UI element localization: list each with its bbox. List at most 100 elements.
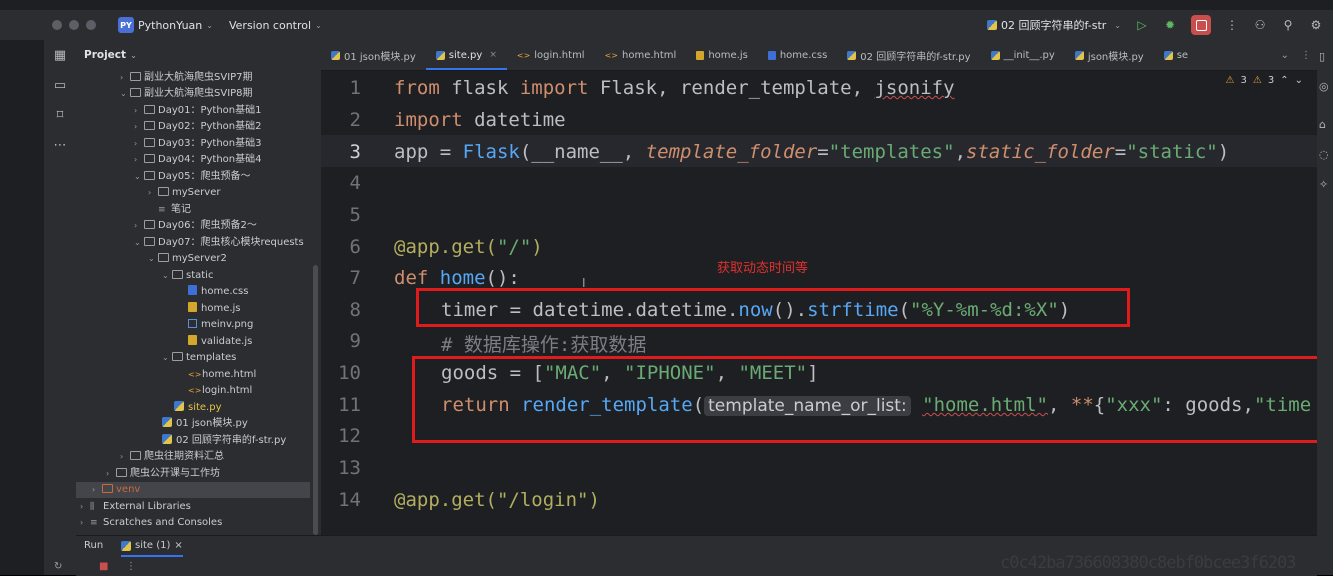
tab-json-py[interactable]: json模块.py [1065, 40, 1154, 70]
project-panel-header[interactable]: Project ⌄ [76, 40, 321, 70]
close-tab-icon[interactable]: × [174, 536, 182, 556]
more-icon[interactable]: ⋮ [1225, 18, 1239, 32]
tab-site-py[interactable]: site.py × [425, 40, 507, 70]
chevron-right-icon[interactable]: › [92, 482, 102, 498]
structure-icon[interactable]: ▦ [52, 48, 68, 64]
close-tab-icon[interactable]: × [489, 50, 497, 60]
window-controls[interactable] [52, 20, 96, 30]
chevron-right-icon[interactable]: › [134, 119, 144, 135]
python-console-icon[interactable]: ◌ [1319, 148, 1331, 161]
project-name[interactable]: PythonYuan [138, 19, 202, 32]
tab-init-py[interactable]: __init__.py [981, 40, 1065, 70]
python-file-icon [162, 434, 172, 444]
project-badge[interactable]: PY [118, 17, 134, 33]
chevron-right-icon[interactable]: › [106, 466, 116, 482]
watermark-hash: c0c42ba736608380c8ebf0bcee3f6203 [1000, 553, 1297, 573]
folder-icon [144, 154, 155, 163]
chevron-down-icon[interactable]: ⌄ [206, 21, 213, 30]
minimize-window-dot[interactable] [69, 20, 79, 30]
version-control-menu[interactable]: Version control [229, 19, 311, 32]
tree-item[interactable]: › ⫼ External Libraries [76, 499, 320, 515]
tab-02-fstr[interactable]: 02 回顾字符串的f-str.py [837, 40, 980, 70]
more-icon[interactable]: ⋮ [1301, 50, 1311, 61]
inspection-widget[interactable]: ⚠ 3 ⚠ 3 ⌃ ⌄ [1226, 75, 1303, 86]
css-file-icon [188, 285, 197, 295]
line-number: 1 [349, 77, 361, 99]
tab-run-site[interactable]: site (1) × [121, 536, 183, 557]
chevron-down-icon[interactable]: ⌄ [1295, 75, 1303, 86]
notifications-icon[interactable]: ▯ [1319, 50, 1331, 63]
tab-home-js[interactable]: home.js [686, 40, 758, 70]
run-label[interactable]: Run [84, 536, 103, 556]
stop-icon[interactable]: ■ [99, 561, 108, 572]
line-number: 7 [349, 267, 361, 289]
folder-icon [130, 88, 141, 97]
tab-home-css[interactable]: home.css [758, 40, 837, 70]
chevron-right-icon[interactable]: › [80, 515, 90, 531]
line-number: 9 [349, 330, 361, 352]
debug-icon[interactable]: ✹ [1163, 18, 1177, 32]
chevron-down-icon[interactable]: ⌄ [315, 21, 322, 30]
chevron-right-icon[interactable]: › [148, 185, 158, 201]
close-window-dot[interactable] [52, 20, 62, 30]
line-number: 5 [349, 204, 361, 226]
more-tools-icon[interactable]: ⋯ [52, 138, 68, 154]
add-user-icon[interactable]: ⚇ [1253, 18, 1267, 32]
git-icon[interactable]: ⌂ [1319, 118, 1331, 131]
chevron-down-icon[interactable]: ⌄ [134, 169, 144, 185]
js-file-icon [188, 335, 197, 345]
js-file-icon [188, 302, 197, 312]
chevron-right-icon[interactable]: › [120, 449, 130, 465]
run-configuration-selector[interactable]: 02 回顾字符串的f-str ⌄ [986, 17, 1121, 33]
database-icon[interactable]: ◎ [1319, 80, 1331, 93]
tree-item[interactable]: › 爬虫公开课与工作坊 [76, 466, 346, 482]
chevron-down-icon[interactable]: ⌄ [162, 350, 172, 366]
tab-home-html[interactable]: <> home.html [595, 40, 687, 70]
chevron-right-icon[interactable]: › [134, 218, 144, 234]
chevron-right-icon[interactable]: › [120, 70, 130, 86]
play-icon[interactable]: ▷ [1135, 18, 1149, 32]
html-file-icon: <> [516, 50, 531, 60]
warning-icon: ⚠ [1225, 75, 1235, 86]
search-icon[interactable]: ⚲ [1281, 18, 1295, 32]
tree-item-venv[interactable]: › venv [76, 482, 310, 498]
ai-assistant-icon[interactable]: ✧ [1319, 178, 1331, 191]
chevron-down-icon[interactable]: ⌄ [1281, 50, 1289, 61]
chevron-right-icon[interactable]: › [134, 136, 144, 152]
bookmark-icon[interactable]: ⌑ [52, 108, 68, 124]
line-number: 6 [349, 236, 361, 258]
settings-icon[interactable]: ⚙ [1309, 18, 1323, 32]
line-number: 2 [349, 109, 361, 131]
project-scrollbar[interactable] [313, 265, 318, 535]
folder-icon [130, 72, 141, 81]
code-editor[interactable]: 1 2 3 4 5 6 7 8 9 10 11 12 13 14 from fl… [321, 71, 1317, 526]
chevron-down-icon[interactable]: ⌄ [120, 86, 130, 102]
chevron-right-icon[interactable]: › [134, 103, 144, 119]
folder-icon [158, 253, 169, 262]
code-line-9: # 数据库操作:获取数据 [441, 334, 647, 356]
tree-item[interactable]: › ≡ Scratches and Consoles [76, 515, 320, 531]
html-file-icon: <> [188, 370, 202, 379]
chevron-right-icon[interactable]: › [80, 499, 90, 515]
chevron-down-icon[interactable]: ⌄ [162, 268, 172, 284]
highlight-box-timer [416, 288, 1130, 327]
tab-login-html[interactable]: <> login.html [507, 40, 595, 70]
line-number: 13 [338, 457, 361, 479]
chevron-right-icon[interactable]: › [134, 152, 144, 168]
python-file-icon [174, 401, 184, 411]
folder-icon[interactable]: ▭ [52, 78, 68, 94]
code-line-1: from flask import Flask, render_template… [394, 77, 955, 99]
more-icon[interactable]: ⋮ [126, 561, 136, 572]
maximize-window-dot[interactable] [86, 20, 96, 30]
chevron-down-icon[interactable]: ⌄ [148, 251, 158, 267]
tree-item[interactable]: › 副业大航海爬虫SVIP7期 [76, 70, 360, 86]
code-line-3: app = Flask(__name__, template_folder="t… [394, 141, 1230, 163]
rerun-icon[interactable]: ↻ [54, 561, 62, 572]
line-number: 3 [349, 141, 361, 163]
tab-se[interactable]: se [1154, 40, 1198, 70]
chevron-up-icon[interactable]: ⌃ [1280, 75, 1288, 86]
tree-item[interactable]: ⌄ 副业大航海爬虫SVIP8期 [76, 86, 360, 102]
tab-01-json[interactable]: 01 json模块.py [321, 40, 426, 70]
stop-button[interactable] [1191, 15, 1211, 35]
chevron-down-icon[interactable]: ⌄ [134, 235, 144, 251]
